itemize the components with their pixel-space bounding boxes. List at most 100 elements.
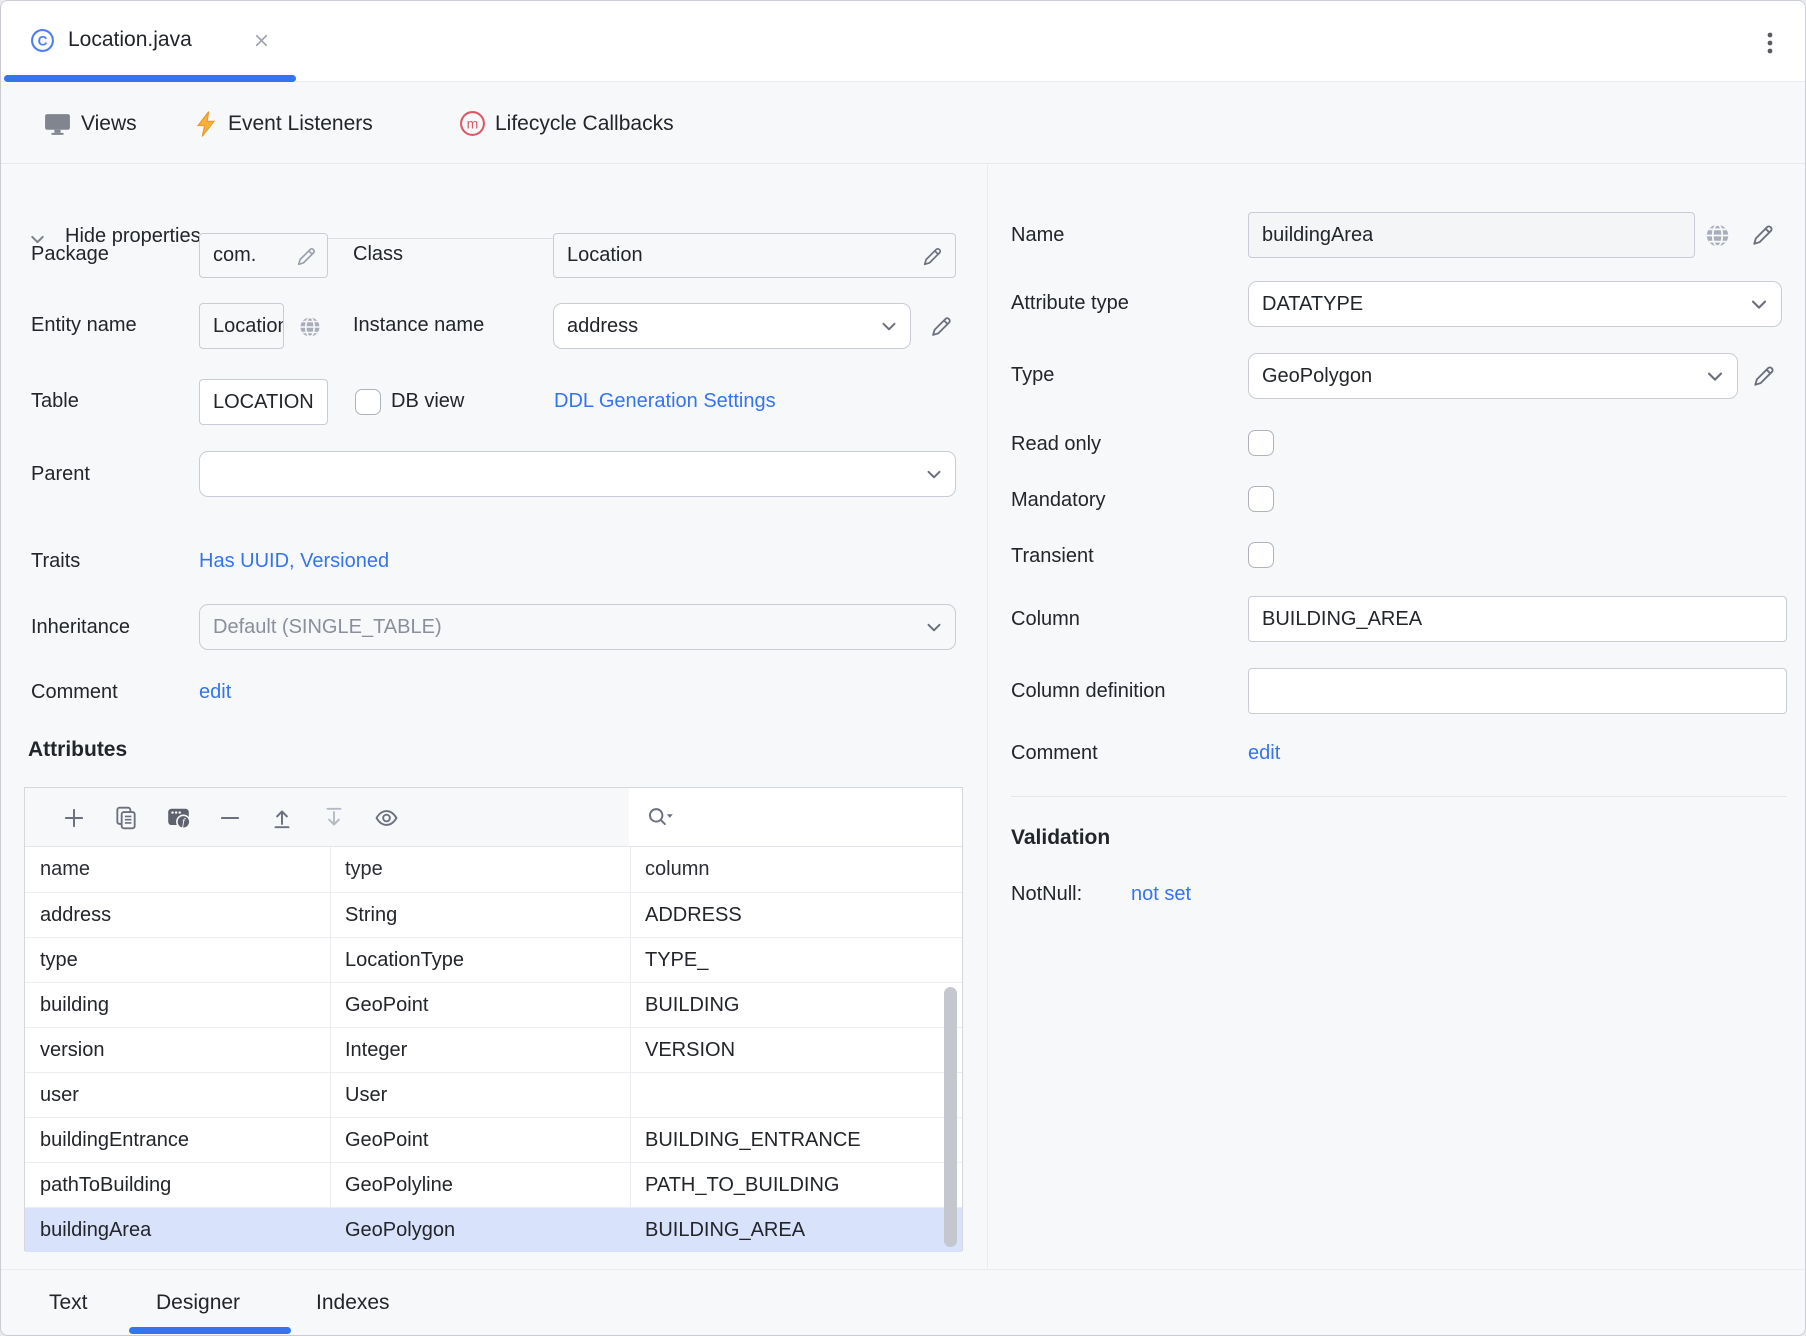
toolbar-views-button[interactable]: Views [43,83,137,164]
attributes-table: f [24,787,963,1251]
table-name-field[interactable]: LOCATION [199,379,328,425]
entity-toolbar: Views Event Listeners m Lifecycle Callba… [1,83,1805,164]
detail-comment-label: Comment [1011,742,1098,765]
type-label: Type [1011,364,1054,387]
mandatory-checkbox[interactable] [1248,486,1274,512]
validation-title: Validation [1011,826,1110,850]
toolbar-lifecycle-callbacks-button[interactable]: m Lifecycle Callbacks [459,83,674,164]
add-attribute-icon[interactable] [61,805,87,831]
remove-attribute-icon[interactable] [217,805,243,831]
attributes-search-field[interactable] [629,788,962,846]
validation-divider [1011,796,1787,797]
toolbar-event-listeners-button[interactable]: Event Listeners [193,83,373,164]
toolbar-lifecycle-callbacks-label: Lifecycle Callbacks [495,112,674,136]
instance-name-label: Instance name [353,314,484,337]
toolbar-event-listeners-label: Event Listeners [228,112,373,136]
toolbar-views-label: Views [81,112,137,136]
class-field[interactable]: Location [553,233,956,278]
bottom-tab-strip: Text Designer Indexes [1,1269,1805,1336]
notnull-label: NotNull: [1011,883,1082,906]
lightning-icon [193,110,219,138]
new-attribute-from-template-icon[interactable]: f [165,805,191,831]
header-name[interactable]: name [25,847,330,892]
ddl-generation-settings-link[interactable]: DDL Generation Settings [554,390,776,413]
traits-label: Traits [31,550,80,573]
attribute-type-select[interactable]: DATATYPE [1248,281,1782,327]
chevron-down-icon [923,463,945,485]
java-class-icon: C [30,28,55,53]
entity-name-field[interactable]: Location [199,303,284,349]
panel-divider [987,164,988,1269]
attribute-type-label: Attribute type [1011,292,1129,315]
transient-label: Transient [1011,545,1094,568]
edit-pencil-icon[interactable] [294,244,319,269]
comment-label: Comment [31,681,118,704]
table-scrollbar[interactable] [944,987,957,1247]
entity-name-label: Entity name [31,314,137,337]
search-icon [646,804,676,831]
chevron-down-icon [1747,292,1771,316]
db-view-checkbox[interactable] [355,389,381,415]
toggle-visibility-eye-icon[interactable] [373,805,399,831]
globe-icon[interactable] [1704,222,1731,249]
table-row[interactable]: building GeoPoint BUILDING [25,982,962,1027]
ide-window: C Location.java [0,0,1806,1336]
parent-select[interactable] [199,451,956,497]
comment-edit-link[interactable]: edit [199,681,231,704]
read-only-checkbox[interactable] [1248,430,1274,456]
package-field[interactable]: com. [199,233,328,278]
copy-attribute-icon[interactable] [113,805,139,831]
table-row[interactable]: address String ADDRESS [25,892,962,937]
editor-tab-bar: C Location.java [1,1,1805,82]
table-row-selected[interactable]: buildingArea GeoPolygon BUILDING_AREA [25,1207,962,1252]
chevron-down-icon [878,315,900,337]
column-field[interactable]: BUILDING_AREA [1248,596,1787,642]
globe-icon[interactable] [298,315,322,339]
active-tab-indicator [4,75,296,82]
detail-name-field[interactable]: buildingArea [1248,212,1695,258]
table-row[interactable]: pathToBuilding GeoPolyline PATH_TO_BUILD… [25,1162,962,1207]
table-row[interactable]: version Integer VERSION [25,1027,962,1072]
edit-pencil-icon[interactable] [920,244,945,269]
column-definition-label: Column definition [1011,680,1166,703]
edit-pencil-icon[interactable] [928,313,955,340]
table-row[interactable]: buildingEntrance GeoPoint BUILDING_ENTRA… [25,1117,962,1162]
mandatory-label: Mandatory [1011,489,1106,512]
table-row[interactable]: user User [25,1072,962,1117]
transient-checkbox[interactable] [1248,542,1274,568]
chevron-down-icon [1703,364,1727,388]
header-type[interactable]: type [330,847,630,892]
tab-title: Location.java [68,28,192,52]
detail-comment-edit-link[interactable]: edit [1248,742,1280,765]
instance-name-select[interactable]: address [553,303,911,349]
package-label: Package [31,243,109,266]
column-label: Column [1011,608,1080,631]
edit-pencil-icon[interactable] [1750,362,1778,390]
table-label: Table [31,390,79,413]
move-up-icon[interactable] [269,805,295,831]
read-only-label: Read only [1011,433,1101,456]
attributes-title: Attributes [28,738,127,762]
svg-text:C: C [38,33,48,48]
inheritance-select[interactable]: Default (SINGLE_TABLE) [199,604,956,650]
notnull-not-set-link[interactable]: not set [1131,883,1191,906]
class-label: Class [353,243,403,266]
type-select[interactable]: GeoPolygon [1248,353,1738,399]
edit-pencil-icon[interactable] [1749,221,1777,249]
tab-close-icon[interactable] [251,30,272,51]
tab-text[interactable]: Text [49,1270,88,1336]
active-bottom-tab-indicator [129,1327,291,1334]
attributes-header-row: name type column [25,847,962,892]
tab-location-java[interactable]: C Location.java [30,28,275,54]
kebab-menu-icon[interactable] [1758,30,1782,56]
table-row[interactable]: type LocationType TYPE_ [25,937,962,982]
attributes-toolbar: f [25,788,962,847]
move-down-icon[interactable] [321,805,347,831]
m-circle-icon: m [459,110,486,137]
header-column[interactable]: column [630,847,962,892]
traits-link[interactable]: Has UUID, Versioned [199,550,389,573]
parent-label: Parent [31,463,90,486]
tab-indexes[interactable]: Indexes [316,1270,390,1336]
column-definition-field[interactable] [1248,668,1787,714]
inheritance-label: Inheritance [31,616,130,639]
